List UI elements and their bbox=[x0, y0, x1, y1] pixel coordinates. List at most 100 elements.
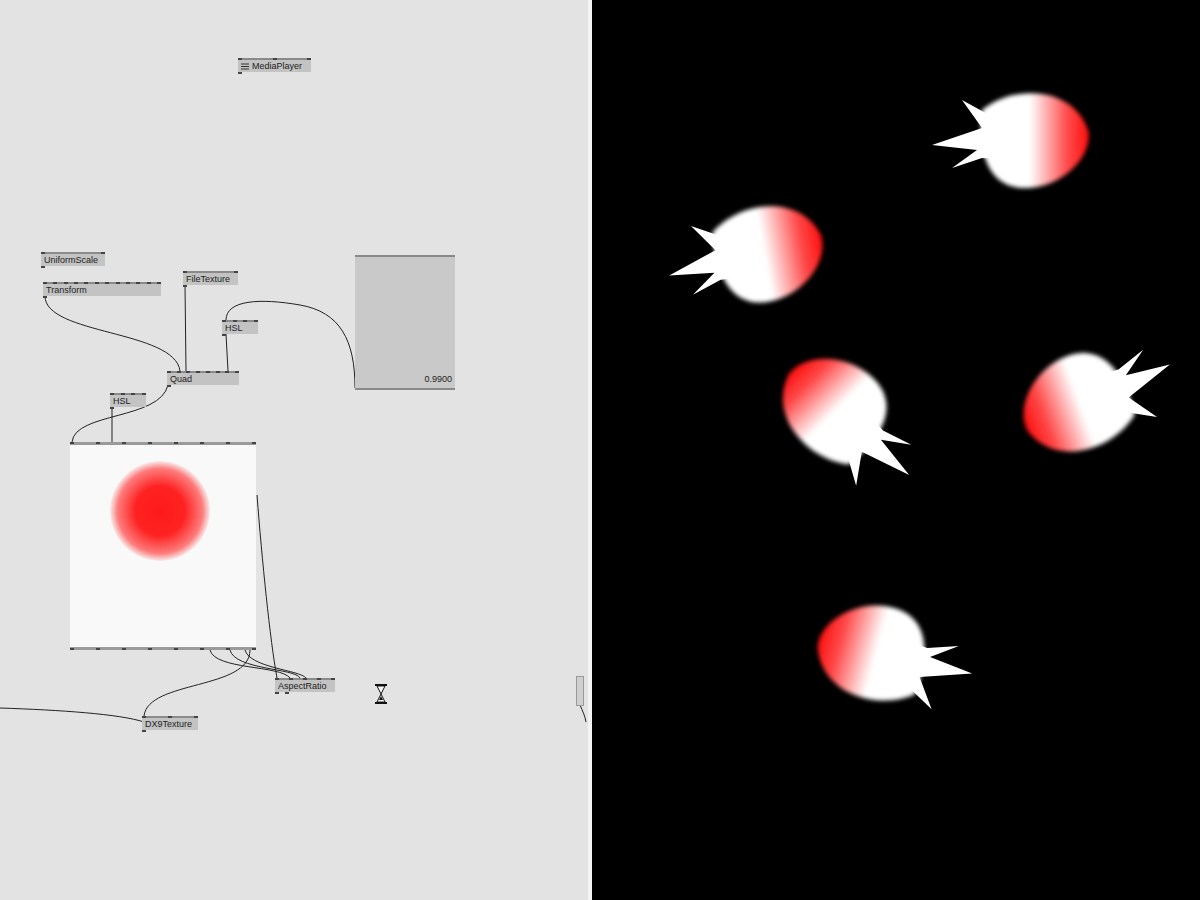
hourglass-icon bbox=[374, 684, 388, 704]
patch-node[interactable]: AspectRatio bbox=[275, 678, 335, 692]
patch-node[interactable]: FileTexture bbox=[183, 271, 238, 285]
input-pin[interactable] bbox=[200, 442, 204, 444]
input-pin[interactable] bbox=[136, 282, 140, 284]
patch-node[interactable]: HSL bbox=[110, 393, 146, 407]
input-pin[interactable] bbox=[131, 393, 135, 395]
link[interactable] bbox=[226, 301, 355, 388]
link[interactable] bbox=[144, 650, 250, 716]
output-pin[interactable] bbox=[96, 648, 100, 650]
output-pin[interactable] bbox=[174, 648, 178, 650]
input-pin[interactable] bbox=[222, 320, 226, 322]
output-pin[interactable] bbox=[142, 730, 146, 732]
input-pin[interactable] bbox=[142, 393, 146, 395]
output-pin[interactable] bbox=[148, 648, 152, 650]
patch-editor[interactable]: MediaPlayer UniformScale Transform FileText… bbox=[0, 0, 588, 900]
input-pin[interactable] bbox=[157, 282, 161, 284]
render-shape bbox=[807, 591, 983, 723]
input-pin[interactable] bbox=[64, 282, 68, 284]
input-pin[interactable] bbox=[235, 371, 239, 373]
input-pin[interactable] bbox=[74, 282, 78, 284]
input-pin[interactable] bbox=[101, 252, 105, 254]
link[interactable] bbox=[185, 285, 186, 371]
input-pin[interactable] bbox=[275, 678, 279, 680]
output-pin[interactable] bbox=[285, 692, 289, 694]
value-box[interactable]: 0.9900 bbox=[355, 255, 455, 390]
input-pin[interactable] bbox=[110, 393, 114, 395]
output-pin[interactable] bbox=[110, 407, 114, 409]
output-pin[interactable] bbox=[183, 285, 187, 287]
input-pin[interactable] bbox=[331, 678, 335, 680]
input-pin[interactable] bbox=[148, 442, 152, 444]
red-spot bbox=[110, 461, 210, 561]
input-pin[interactable] bbox=[317, 678, 321, 680]
input-pin[interactable] bbox=[126, 282, 130, 284]
preview-renderer[interactable] bbox=[70, 442, 256, 650]
input-pin[interactable] bbox=[95, 282, 99, 284]
patch-node[interactable]: HSL bbox=[222, 320, 258, 334]
link[interactable] bbox=[0, 708, 144, 722]
output-pin[interactable] bbox=[238, 72, 242, 74]
input-pin[interactable] bbox=[70, 442, 74, 444]
input-pin[interactable] bbox=[96, 442, 100, 444]
output-pin[interactable] bbox=[200, 648, 204, 650]
input-pin[interactable] bbox=[174, 442, 178, 444]
input-pin[interactable] bbox=[116, 282, 120, 284]
input-pin[interactable] bbox=[226, 442, 230, 444]
output-pin[interactable] bbox=[275, 692, 279, 694]
input-pin[interactable] bbox=[186, 371, 190, 373]
input-pin[interactable] bbox=[225, 371, 229, 373]
input-pin[interactable] bbox=[289, 678, 293, 680]
input-pin[interactable] bbox=[168, 716, 172, 718]
patch-node[interactable]: UniformScale bbox=[41, 252, 105, 266]
link[interactable] bbox=[257, 495, 277, 678]
output-pin[interactable] bbox=[70, 648, 74, 650]
input-pin[interactable] bbox=[147, 282, 151, 284]
input-pin[interactable] bbox=[252, 442, 256, 444]
link[interactable] bbox=[580, 705, 586, 722]
render-shape bbox=[660, 197, 831, 318]
input-pin[interactable] bbox=[183, 271, 187, 273]
input-pin[interactable] bbox=[194, 716, 198, 718]
output-pin[interactable] bbox=[252, 648, 256, 650]
input-pin[interactable] bbox=[167, 371, 171, 373]
input-pin[interactable] bbox=[254, 320, 258, 322]
input-pin[interactable] bbox=[216, 371, 220, 373]
link[interactable] bbox=[245, 650, 306, 678]
input-pin[interactable] bbox=[177, 371, 181, 373]
link[interactable] bbox=[72, 385, 168, 442]
output-pin[interactable] bbox=[43, 296, 47, 298]
input-pin[interactable] bbox=[233, 320, 237, 322]
input-pin[interactable] bbox=[234, 271, 238, 273]
patch-node[interactable]: Transform bbox=[43, 282, 161, 296]
output-pin[interactable] bbox=[122, 648, 126, 650]
input-pin[interactable] bbox=[206, 371, 210, 373]
input-pin[interactable] bbox=[121, 393, 125, 395]
patch-node[interactable]: MediaPlayer bbox=[238, 58, 311, 72]
input-pin[interactable] bbox=[84, 282, 88, 284]
input-pin[interactable] bbox=[41, 252, 45, 254]
node-label: AspectRatio bbox=[278, 681, 327, 692]
input-pin[interactable] bbox=[122, 442, 126, 444]
output-pin[interactable] bbox=[226, 648, 230, 650]
input-pin[interactable] bbox=[243, 320, 247, 322]
link[interactable] bbox=[210, 650, 290, 678]
output-pin[interactable] bbox=[222, 334, 226, 336]
input-pin[interactable] bbox=[303, 678, 307, 680]
input-pin[interactable] bbox=[43, 282, 47, 284]
input-pin[interactable] bbox=[273, 58, 277, 60]
patch-node[interactable]: Quad bbox=[167, 371, 239, 385]
link[interactable] bbox=[112, 407, 113, 442]
link[interactable] bbox=[230, 650, 300, 678]
offscreen-node[interactable] bbox=[576, 676, 584, 706]
input-pin[interactable] bbox=[196, 371, 200, 373]
input-pin[interactable] bbox=[307, 58, 311, 60]
input-pin[interactable] bbox=[53, 282, 57, 284]
link[interactable] bbox=[226, 334, 228, 371]
input-pin[interactable] bbox=[105, 282, 109, 284]
input-pin[interactable] bbox=[238, 58, 242, 60]
output-pin[interactable] bbox=[167, 385, 171, 387]
patch-node[interactable]: DX9Texture bbox=[142, 716, 198, 730]
output-pin[interactable] bbox=[41, 266, 45, 268]
link[interactable] bbox=[45, 296, 180, 371]
input-pin[interactable] bbox=[142, 716, 146, 718]
